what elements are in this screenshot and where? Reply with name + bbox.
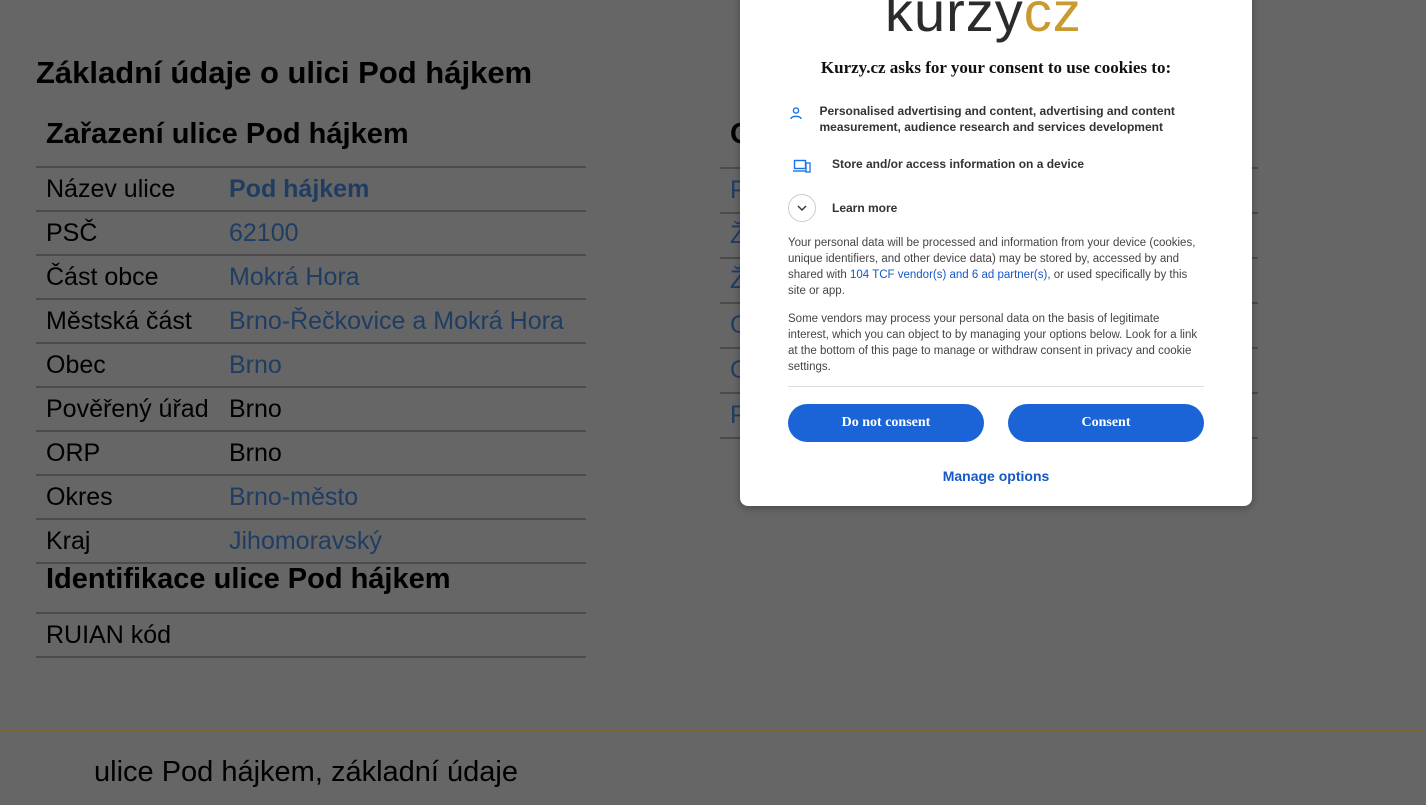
do-not-consent-button[interactable]: Do not consent bbox=[788, 404, 984, 442]
row-label: Název ulice bbox=[46, 174, 176, 203]
purpose-text: Personalised advertising and content, ad… bbox=[819, 104, 1175, 134]
manage-options-link[interactable]: Manage options bbox=[740, 468, 1252, 484]
learn-more-label[interactable]: Learn more bbox=[832, 201, 897, 215]
row-label: Pověřený úřad bbox=[46, 394, 209, 423]
purpose-text: Store and/or access information on a dev… bbox=[832, 157, 1085, 171]
chevron-down-icon[interactable] bbox=[788, 194, 816, 222]
person-icon bbox=[788, 103, 803, 123]
consent-paragraph-2: Some vendors may process your personal d… bbox=[788, 313, 1198, 373]
city-district-link[interactable]: Brno-Řečkovice a Mokrá Hora bbox=[229, 307, 564, 336]
municipality-link[interactable]: Brno bbox=[229, 351, 282, 380]
table-row: ORP Brno bbox=[36, 430, 586, 474]
classification-title: Zařazení ulice Pod hájkem bbox=[46, 118, 409, 150]
row-label: Část obce bbox=[46, 262, 159, 291]
footer: ulice Pod hájkem, základní údaje bbox=[0, 729, 1426, 805]
table-row: Část obce Mokrá Hora bbox=[36, 254, 586, 298]
row-label: RUIAN kód bbox=[46, 620, 172, 649]
street-name-link[interactable]: Pod hájkem bbox=[229, 175, 369, 204]
table-row: Pověřený úřad Brno bbox=[36, 386, 586, 430]
zip-link[interactable]: 62100 bbox=[229, 219, 299, 248]
row-value: Brno bbox=[229, 394, 282, 423]
consent-paragraph-1: Your personal data will be processed and… bbox=[788, 235, 1203, 299]
learn-more-toggle[interactable]: Learn more bbox=[788, 194, 897, 222]
identification-table: Identifikace ulice Pod hájkem RUIAN kód bbox=[36, 560, 586, 658]
table-row: Kraj Jihomoravský bbox=[36, 518, 586, 564]
kurzy-logo: kurzycz bbox=[885, 0, 1082, 42]
table-row: RUIAN kód bbox=[36, 612, 586, 658]
table-row: Název ulice Pod hájkem bbox=[36, 166, 586, 210]
table-row: Městská část Brno-Řečkovice a Mokrá Hora bbox=[36, 298, 586, 342]
row-label: ORP bbox=[46, 438, 101, 467]
row-value: Brno bbox=[229, 438, 282, 467]
table-row: PSČ 62100 bbox=[36, 210, 586, 254]
table-row: Okres Brno-město bbox=[36, 474, 586, 518]
consent-dialog: kurzycz Kurzy.cz asks for your consent t… bbox=[740, 0, 1252, 506]
purpose-item: Personalised advertising and content, ad… bbox=[788, 103, 1208, 135]
region-link[interactable]: Jihomoravský bbox=[229, 527, 382, 556]
classification-table: Zařazení ulice Pod hájkem Název ulice Po… bbox=[36, 114, 586, 564]
row-label: PSČ bbox=[46, 218, 98, 247]
table-row: Obec Brno bbox=[36, 342, 586, 386]
row-label: Obec bbox=[46, 350, 106, 379]
identification-title: Identifikace ulice Pod hájkem bbox=[46, 563, 451, 595]
vendors-link[interactable]: 104 TCF vendor(s) and 6 ad partner(s) bbox=[850, 269, 1047, 281]
row-label: Kraj bbox=[46, 526, 91, 555]
consent-title: Kurzy.cz asks for your consent to use co… bbox=[820, 58, 1172, 77]
logo-text-gold: cz bbox=[1023, 0, 1082, 43]
district-part-link[interactable]: Mokrá Hora bbox=[229, 263, 360, 292]
page-title: Základní údaje o ulici Pod hájkem bbox=[36, 55, 533, 90]
county-link[interactable]: Brno-město bbox=[229, 483, 358, 512]
row-label: Okres bbox=[46, 482, 113, 511]
consent-button[interactable]: Consent bbox=[1008, 404, 1204, 442]
footer-text: ulice Pod hájkem, základní údaje bbox=[94, 756, 518, 788]
page-background: Základní údaje o ulici Pod hájkem Zařaze… bbox=[0, 0, 1426, 802]
divider bbox=[788, 386, 1204, 387]
logo-text-dark: kurzy bbox=[885, 0, 1024, 43]
row-label: Městská část bbox=[46, 306, 192, 335]
purpose-item: Store and/or access information on a dev… bbox=[788, 156, 1208, 176]
device-icon bbox=[788, 156, 816, 176]
